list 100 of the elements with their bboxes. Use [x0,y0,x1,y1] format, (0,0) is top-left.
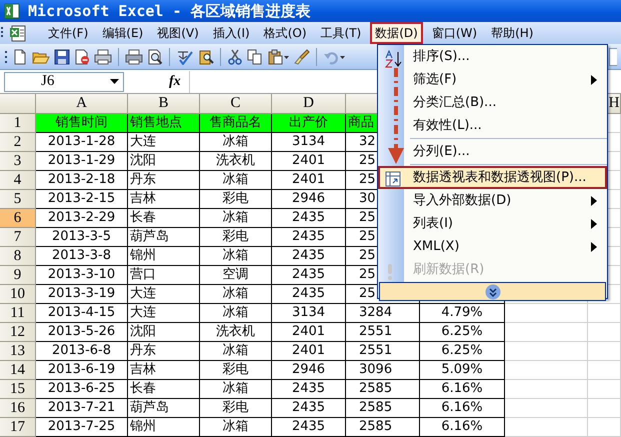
table-cell: 冰箱 [200,342,272,361]
row-header[interactable]: 16 [0,399,36,418]
table-cell: 2585 [346,380,420,399]
table-cell: 6.25% [420,323,505,342]
table-cell: 大连 [128,133,200,152]
table-cell: 丹东 [128,342,200,361]
table-cell: 2401 [272,323,346,342]
column-header[interactable]: C [200,94,272,114]
table-cell: 锦州 [128,247,200,266]
table-cell: 2013-5-26 [36,323,128,342]
table-cell: 2946 [272,361,346,380]
row-header[interactable]: 7 [0,228,36,247]
table-cell: 2401 [272,342,346,361]
row-header[interactable]: 1 [0,114,36,133]
row-header[interactable]: 4 [0,171,36,190]
table-cell: 2585 [346,399,420,418]
table-cell: 6.16% [420,418,505,437]
table-cell: 大连 [128,285,200,304]
menu-item[interactable]: 数据(D) [370,22,423,44]
table-cell: 2946 [272,190,346,209]
table-cell: 洗衣机 [200,323,272,342]
table-cell: 彩电 [200,399,272,418]
insert-function-button[interactable]: fx [169,71,181,92]
row-header[interactable]: 8 [0,247,36,266]
table-cell: 冰箱 [200,209,272,228]
row-header[interactable]: 9 [0,266,36,285]
row-header[interactable]: 13 [0,342,36,361]
table-cell: 2435 [272,399,346,418]
table-cell: 2013-2-18 [36,171,128,190]
table-cell: 彩电 [200,361,272,380]
table-cell: 冰箱 [200,304,272,323]
table-cell: 吉林 [128,361,200,380]
row-header[interactable]: 14 [0,361,36,380]
menu-item[interactable]: 插入(I) [208,22,255,44]
table-cell: 4.79% [420,304,505,323]
row-header[interactable]: 17 [0,418,36,437]
table-cell: 冰箱 [200,380,272,399]
column-header[interactable]: B [128,94,200,114]
menu-item[interactable]: 窗口(W) [426,22,482,44]
window-title: Microsoft Excel - 各区域销售进度表 [28,0,311,22]
row-header[interactable]: 3 [0,152,36,171]
menu-item[interactable]: 格式(O) [258,22,312,44]
table-cell: 6.25% [420,342,505,361]
menu-item[interactable]: 视图(V) [152,22,204,44]
row-header[interactable]: 2 [0,133,36,152]
table-cell: 3134 [272,133,346,152]
row-header[interactable]: 6 [0,209,36,228]
table-cell: 沈阳 [128,323,200,342]
column-title: 售商品名 [200,114,272,133]
menu-item[interactable]: 文件(F) [43,22,94,44]
table-cell: 2435 [272,266,346,285]
table-cell: 彩电 [200,228,272,247]
table-cell: 2013-6-19 [36,361,128,380]
table-cell: 6.16% [420,399,505,418]
table-cell: 2551 [346,323,420,342]
table-cell: 2013-3-10 [36,266,128,285]
table-cell: 2435 [272,247,346,266]
table-cell: 2013-3-8 [36,247,128,266]
name-box[interactable]: J6 [4,72,124,92]
table-cell: 2585 [346,418,420,437]
table-cell: 洗衣机 [200,152,272,171]
menu-item[interactable]: 筛选(F) [378,68,607,91]
table-cell: 6.16% [420,380,505,399]
table-cell: 沈阳 [128,152,200,171]
row-header[interactable]: 10 [0,285,36,304]
menu-item[interactable]: 工具(T) [316,22,366,44]
table-cell: 2435 [272,380,346,399]
row-header[interactable]: 15 [0,380,36,399]
table-cell: 5.09% [420,361,505,380]
table-cell: 2013-6-8 [36,342,128,361]
table-cell: 2435 [272,418,346,437]
column-title: 出产价 [272,114,346,133]
table-cell: 冰箱 [200,418,272,437]
table-cell: 2013-1-28 [36,133,128,152]
table-cell: 丹东 [128,171,200,190]
menu-item[interactable]: 编辑(E) [97,22,148,44]
column-title: 销售时间 [36,114,128,133]
table-cell: 葫芦岛 [128,228,200,247]
column-header[interactable]: A [36,94,128,114]
row-header[interactable]: 5 [0,190,36,209]
row-header[interactable]: 12 [0,323,36,342]
table-cell: 冰箱 [200,247,272,266]
column-header[interactable]: D [272,94,346,114]
table-cell: 2435 [272,209,346,228]
row-header[interactable]: 11 [0,304,36,323]
table-cell: 冰箱 [200,133,272,152]
menu-item[interactable]: 分类汇总(B)... [378,91,607,114]
table-cell: 大连 [128,304,200,323]
table-cell: 空调 [200,266,272,285]
table-cell: 冰箱 [200,171,272,190]
menu-item[interactable]: 数据透视表和数据透视图(P)... [378,166,607,189]
table-cell: 3134 [272,304,346,323]
table-cell: 2013-3-5 [36,228,128,247]
table-cell: 2013-3-19 [36,285,128,304]
table-cell: 2401 [272,171,346,190]
menu-item[interactable]: 帮助(H) [486,22,538,44]
table-cell: 长春 [128,380,200,399]
table-cell: 彩电 [200,190,272,209]
column-title: 销售地点 [128,114,200,133]
table-cell: 2013-2-29 [36,209,128,228]
